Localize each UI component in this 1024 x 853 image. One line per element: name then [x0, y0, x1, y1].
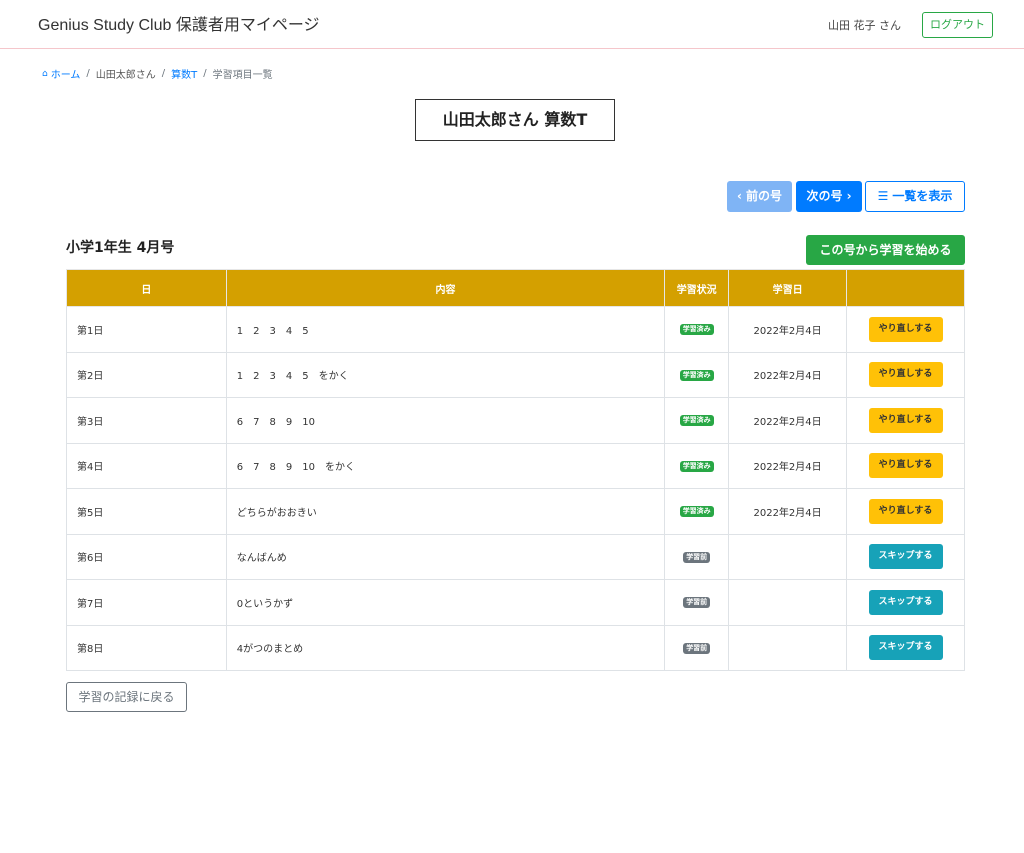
- date-cell: 2022年2月4日: [728, 397, 848, 444]
- content-cell: 0というかず: [225, 579, 666, 626]
- header-day: 日: [66, 269, 227, 307]
- status-cell: 学習済み: [664, 306, 730, 353]
- redo-button[interactable]: やり直しする: [868, 316, 943, 342]
- prev-issue-button[interactable]: ‹ 前の号: [727, 181, 792, 212]
- date-cell: 2022年2月4日: [728, 351, 848, 398]
- navbar: Genius Study Club 保護者用マイページ 山田 花子 さん ログア…: [0, 0, 1024, 49]
- breadcrumb-current: 学習項目一覧: [212, 70, 273, 81]
- date-cell: 2022年2月4日: [728, 442, 848, 489]
- status-badge: 学習済み: [679, 324, 714, 336]
- status-cell: 学習済み: [664, 442, 730, 489]
- home-icon[interactable]: ⌂: [42, 69, 48, 79]
- table-row: 第2日 1 2 3 4 5 をかく 学習済み 2022年2月4日 やり直しする: [66, 351, 965, 398]
- status-cell: 学習済み: [664, 351, 730, 398]
- table-body: 第1日 1 2 3 4 5 学習済み 2022年2月4日 やり直しする 第2日 1 2 3 …: [66, 306, 965, 671]
- breadcrumb-subject[interactable]: 算数T: [171, 66, 197, 81]
- status-cell: 学習済み: [664, 488, 730, 535]
- list-icon: ☰: [877, 189, 889, 203]
- breadcrumb: ⌂ ホーム / 山田太郎さん / 算数T / 学習項目一覧: [42, 66, 273, 81]
- day-cell: 第7日: [66, 579, 227, 626]
- table-row: 第3日 6 7 8 9 10 学習済み 2022年2月4日 やり直しする: [66, 397, 965, 444]
- day-cell: 第8日: [66, 624, 227, 671]
- table-row: 第5日 どちらがおおきい 学習済み 2022年2月4日 やり直しする: [66, 488, 965, 535]
- date-cell: 2022年2月4日: [728, 306, 848, 353]
- day-cell: 第3日: [66, 397, 227, 444]
- content-cell: 1 2 3 4 5 をかく: [225, 351, 666, 398]
- redo-button[interactable]: やり直しする: [868, 407, 943, 433]
- content-cell: 6 7 8 9 10 をかく: [225, 442, 666, 489]
- table-header-row: 日 内容 学習状況 学習日: [66, 269, 965, 307]
- table-row: 第8日 4がつのまとめ 学習前 スキップする: [66, 624, 965, 671]
- status-cell: 学習済み: [664, 397, 730, 444]
- action-cell: スキップする: [846, 624, 965, 671]
- status-cell: 学習前: [664, 624, 730, 671]
- date-cell: [728, 624, 848, 671]
- day-cell: 第5日: [66, 488, 227, 535]
- table-row: 第1日 1 2 3 4 5 学習済み 2022年2月4日 やり直しする: [66, 306, 965, 353]
- status-badge: 学習済み: [679, 369, 714, 381]
- status-badge: 学習前: [683, 551, 711, 563]
- skip-button[interactable]: スキップする: [868, 589, 943, 615]
- breadcrumb-home[interactable]: ホーム: [51, 66, 81, 81]
- logout-button[interactable]: ログアウト: [922, 12, 993, 38]
- skip-button[interactable]: スキップする: [868, 544, 943, 570]
- status-badge: 学習前: [683, 642, 711, 654]
- redo-button[interactable]: やり直しする: [868, 498, 943, 524]
- header-action: [846, 269, 965, 307]
- day-cell: 第6日: [66, 533, 227, 580]
- brand-title[interactable]: Genius Study Club 保護者用マイページ: [38, 11, 320, 35]
- start-from-issue-button[interactable]: この号から学習を始める: [806, 235, 965, 265]
- action-cell: スキップする: [846, 579, 965, 626]
- redo-button[interactable]: やり直しする: [868, 362, 943, 388]
- content-cell: 6 7 8 9 10: [225, 397, 666, 444]
- status-cell: 学習前: [664, 579, 730, 626]
- status-badge: 学習前: [683, 597, 711, 609]
- action-cell: やり直しする: [846, 306, 965, 353]
- skip-button[interactable]: スキップする: [868, 635, 943, 661]
- content-cell: 4がつのまとめ: [225, 624, 666, 671]
- breadcrumb-separator: /: [161, 68, 166, 79]
- day-cell: 第2日: [66, 351, 227, 398]
- table-row: 第7日 0というかず 学習前 スキップする: [66, 579, 965, 626]
- status-badge: 学習済み: [679, 506, 714, 518]
- header-status: 学習状況: [664, 269, 730, 307]
- content-cell: どちらがおおきい: [225, 488, 666, 535]
- action-cell: やり直しする: [846, 397, 965, 444]
- breadcrumb-separator: /: [86, 68, 90, 79]
- next-issue-button[interactable]: 次の号 ›: [796, 181, 862, 212]
- status-badge: 学習済み: [679, 415, 714, 427]
- action-cell: やり直しする: [846, 442, 965, 489]
- user-name: 山田 花子 さん: [828, 19, 901, 32]
- status-cell: 学習前: [664, 533, 730, 580]
- action-cell: やり直しする: [846, 488, 965, 535]
- date-cell: 2022年2月4日: [728, 488, 848, 535]
- breadcrumb-student: 山田太郎さん: [95, 70, 156, 81]
- study-items-table: 日 内容 学習状況 学習日 第1日 1 2 3 4 5 学習済み 2022年2月4日や…: [66, 269, 965, 671]
- back-to-records-button[interactable]: 学習の記録に戻る: [66, 682, 187, 712]
- table-row: 第4日 6 7 8 9 10 をかく 学習済み 2022年2月4日 やり直しする: [66, 442, 965, 489]
- content-cell: 1 2 3 4 5: [225, 306, 666, 353]
- action-cell: やり直しする: [846, 351, 965, 398]
- section-title: 小学1年生 4月号: [66, 240, 175, 256]
- day-cell: 第1日: [66, 306, 227, 353]
- page-title: 山田太郎さん 算数T: [415, 99, 615, 141]
- show-list-button[interactable]: ☰ 一覧を表示: [865, 181, 965, 212]
- action-cell: スキップする: [846, 533, 965, 580]
- table-row: 第6日 なんばんめ 学習前 スキップする: [66, 533, 965, 580]
- header-date: 学習日: [728, 269, 848, 307]
- breadcrumb-separator: /: [203, 68, 207, 79]
- date-cell: [728, 533, 848, 580]
- status-badge: 学習済み: [679, 460, 714, 472]
- header-content: 内容: [225, 269, 666, 307]
- content-cell: なんばんめ: [225, 533, 666, 580]
- redo-button[interactable]: やり直しする: [868, 453, 943, 479]
- show-list-label: 一覧を表示: [892, 189, 953, 203]
- date-cell: [728, 579, 848, 626]
- day-cell: 第4日: [66, 442, 227, 489]
